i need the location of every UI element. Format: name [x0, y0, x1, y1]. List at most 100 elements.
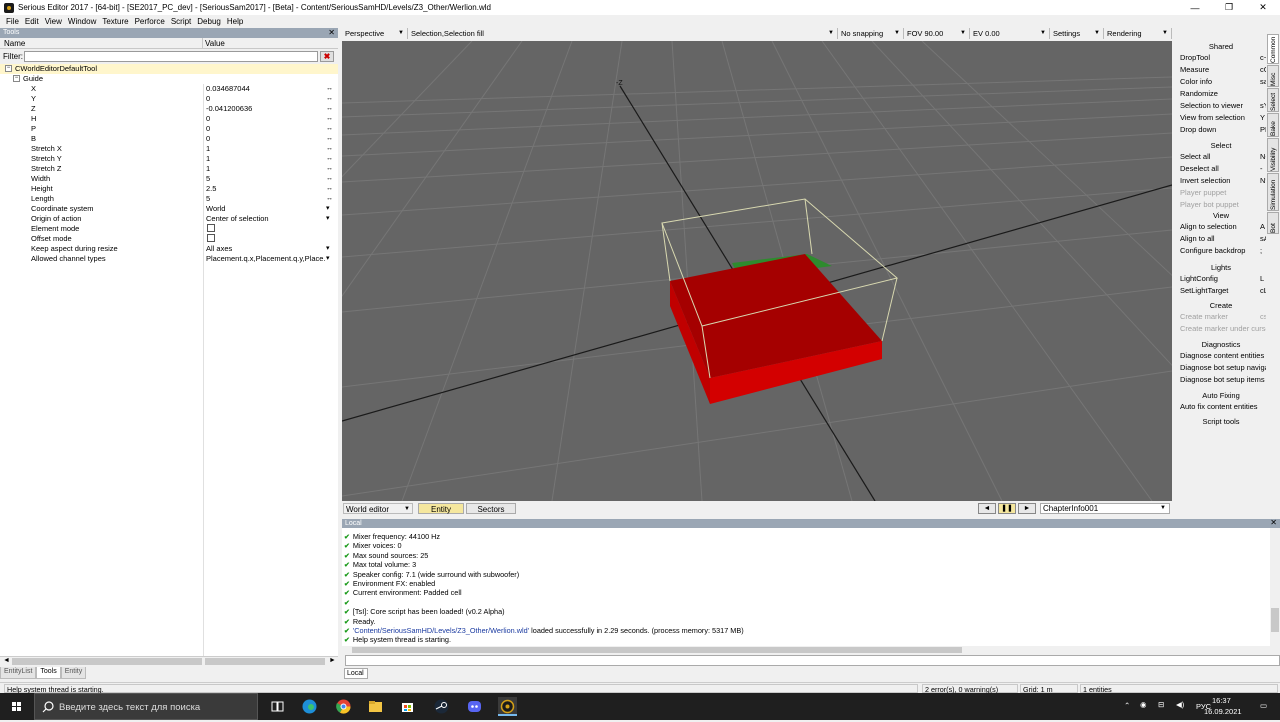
property-row[interactable]: Z -0.041200636 ↔ [0, 104, 338, 114]
property-row[interactable]: Keep aspect during resize All axes ▾ [0, 244, 338, 254]
scroll-left-icon[interactable]: ◄ [3, 657, 10, 664]
tab-simulation[interactable]: Simulation [1267, 173, 1279, 211]
menu-help[interactable]: Help [227, 17, 243, 26]
tab-entitylist[interactable]: EntityList [0, 667, 37, 679]
pause-button[interactable]: ❚❚ [998, 503, 1016, 514]
log-vertical-scrollbar[interactable] [1270, 528, 1280, 646]
minimize-button[interactable]: — [1178, 0, 1212, 15]
serious-editor-taskbar-icon[interactable] [498, 697, 517, 716]
command-item[interactable]: SetLightTarget cL [1180, 286, 1266, 295]
menu-file[interactable]: File [6, 17, 19, 26]
property-value[interactable]: Center of selection [206, 214, 326, 224]
tab-select[interactable]: Select [1267, 88, 1279, 112]
scroll-thumb[interactable] [1271, 608, 1279, 632]
chevron-down-icon[interactable]: ▾ [326, 214, 330, 224]
drag-adjust-icon[interactable]: ↔ [326, 144, 333, 154]
command-item[interactable]: Selection to viewer sY [1180, 101, 1266, 110]
tab-visibility[interactable]: Visibility [1267, 138, 1279, 172]
menu-window[interactable]: Window [68, 17, 96, 26]
file-explorer-icon[interactable] [366, 697, 385, 716]
tray-app-icon[interactable]: ◉ [1140, 700, 1147, 709]
property-value[interactable]: All axes [206, 244, 326, 254]
clock-time[interactable]: 16:37 [1212, 696, 1231, 705]
property-row[interactable]: Y 0 ↔ [0, 94, 338, 104]
property-row[interactable]: Origin of action Center of selection ▾ [0, 214, 338, 224]
play-prev-button[interactable]: ◄ [978, 503, 996, 514]
property-row[interactable]: Offset mode [0, 234, 338, 244]
command-item[interactable]: Align to all sA [1180, 234, 1266, 243]
log-output[interactable]: ✔ Mixer frequency: 44100 Hz ✔ Mixer voices:… [342, 528, 1270, 646]
drag-adjust-icon[interactable]: ↔ [326, 124, 333, 134]
command-item[interactable]: Measure cQ [1180, 65, 1266, 74]
property-row[interactable]: Stretch Z 1 ↔ [0, 164, 338, 174]
tab-misc[interactable]: Misc [1267, 65, 1279, 87]
menu-view[interactable]: View [45, 17, 62, 26]
projection-dropdown[interactable]: Perspective ▼ [342, 28, 408, 39]
chevron-down-icon[interactable]: ▾ [326, 254, 330, 264]
3d-viewport[interactable]: -Z [342, 41, 1172, 501]
property-value[interactable]: 0.034687044 [206, 84, 326, 94]
collapse-icon[interactable]: − [5, 65, 12, 72]
command-item[interactable]: Auto fix content entities [1180, 402, 1266, 411]
drag-adjust-icon[interactable]: ↔ [326, 114, 333, 124]
store-icon[interactable] [398, 697, 417, 716]
menu-script[interactable]: Script [171, 17, 191, 26]
drag-adjust-icon[interactable]: ↔ [326, 154, 333, 164]
tray-overflow-icon[interactable]: ⌃ [1124, 701, 1130, 710]
tab-tools[interactable]: Tools [36, 667, 61, 679]
drag-adjust-icon[interactable]: ↔ [326, 194, 333, 204]
log-horizontal-scrollbar[interactable] [342, 646, 1280, 654]
settings-dropdown[interactable]: Settings ▼ [1050, 28, 1104, 39]
edge-browser-icon[interactable] [300, 697, 319, 716]
category-row-guide[interactable]: − Guide [0, 74, 338, 84]
fov-dropdown[interactable]: FOV 90.00 ▼ [904, 28, 970, 39]
command-item[interactable]: DropTool c~ [1180, 53, 1266, 62]
tab-common[interactable]: Common [1267, 34, 1279, 64]
command-item[interactable]: Diagnose content entities [1180, 351, 1266, 360]
editor-mode-dropdown[interactable]: World editor ▼ [343, 503, 413, 514]
property-row[interactable]: Stretch X 1 ↔ [0, 144, 338, 154]
command-item[interactable]: View from selection Y [1180, 113, 1266, 122]
property-value[interactable]: 0 [206, 114, 326, 124]
column-value-header[interactable]: Value [205, 39, 225, 48]
property-value[interactable]: -0.041200636 [206, 104, 326, 114]
error-count[interactable]: 2 error(s), 0 warning(s) [922, 684, 1018, 694]
tab-sectors-mode[interactable]: Sectors [466, 503, 516, 514]
property-value[interactable]: 5 [206, 174, 326, 184]
chapter-dropdown[interactable]: ChapterInfo001 ▼ [1040, 503, 1170, 514]
property-row[interactable]: Element mode [0, 224, 338, 234]
console-input[interactable] [345, 655, 1280, 666]
tree-root-row[interactable]: − CWorldEditorDefaultTool [0, 64, 338, 74]
command-item[interactable]: Drop down PD [1180, 125, 1266, 134]
volume-icon[interactable]: ◀) [1176, 700, 1184, 709]
drag-adjust-icon[interactable]: ↔ [326, 134, 333, 144]
drag-adjust-icon[interactable]: ↔ [326, 184, 333, 194]
property-row[interactable]: B 0 ↔ [0, 134, 338, 144]
log-file-link[interactable]: 'Content/SeriousSamHD/Levels/Z3_Other/We… [353, 626, 529, 635]
property-checkbox[interactable] [207, 224, 215, 232]
scroll-thumb[interactable] [205, 658, 325, 665]
clock-date[interactable]: 16.09.2021 [1204, 707, 1242, 716]
property-value[interactable]: 5 [206, 194, 326, 204]
chrome-browser-icon[interactable] [334, 697, 353, 716]
drag-adjust-icon[interactable]: ↔ [326, 84, 333, 94]
play-next-button[interactable]: ► [1018, 503, 1036, 514]
command-item[interactable]: Select all N+ [1180, 152, 1266, 161]
close-icon[interactable]: ✕ [328, 28, 335, 38]
menu-debug[interactable]: Debug [197, 17, 221, 26]
property-value[interactable]: 0 [206, 134, 326, 144]
network-icon[interactable]: ⊟ [1158, 700, 1164, 709]
start-button[interactable] [0, 693, 34, 720]
chevron-down-icon[interactable]: ▾ [326, 204, 330, 214]
command-item[interactable]: Invert selection N* [1180, 176, 1266, 185]
drag-adjust-icon[interactable]: ↔ [326, 94, 333, 104]
close-icon[interactable]: ✕ [1270, 518, 1277, 527]
drag-adjust-icon[interactable]: ↔ [326, 174, 333, 184]
command-item[interactable]: Align to selection A [1180, 222, 1266, 231]
property-value[interactable]: 1 [206, 144, 326, 154]
column-name-header[interactable]: Name [4, 39, 25, 48]
command-item[interactable]: Configure backdrop; [1180, 246, 1266, 255]
rendering-dropdown[interactable]: Rendering ▼ [1104, 28, 1172, 39]
collapse-icon[interactable]: − [13, 75, 20, 82]
command-item[interactable]: Diagnose bot setup items [1180, 375, 1266, 384]
